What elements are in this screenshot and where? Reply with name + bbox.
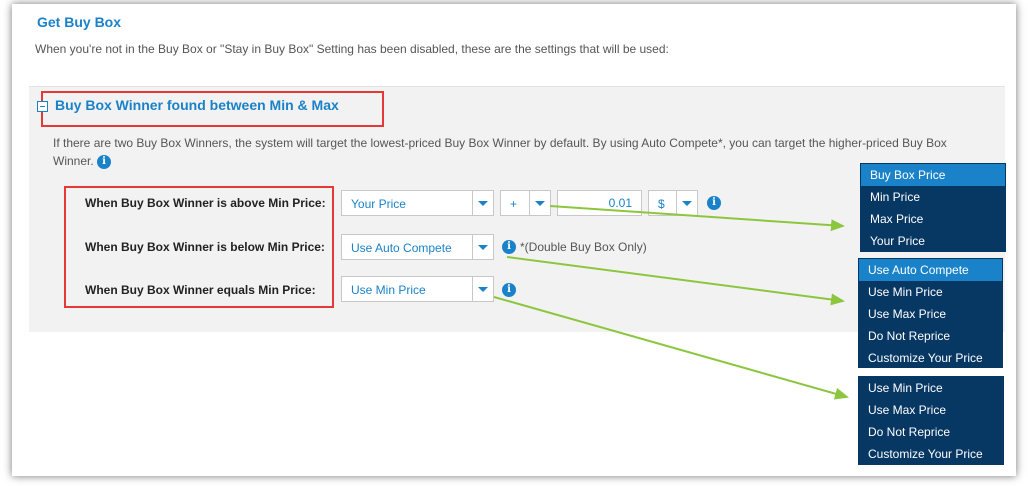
dropdown-option[interactable]: Use Min Price xyxy=(859,281,1002,303)
dropdown-equals-options: Use Min Price Use Max Price Do Not Repri… xyxy=(858,376,1004,465)
dropdown-below-options: Use Auto Compete Use Min Price Use Max P… xyxy=(858,258,1003,368)
dropdown-option[interactable]: Customize Your Price xyxy=(859,347,1002,369)
dropdown-option[interactable]: Use Max Price xyxy=(859,399,1003,421)
dropdown-option[interactable]: Do Not Reprice xyxy=(859,325,1002,347)
dropdown-option[interactable]: Buy Box Price xyxy=(861,164,1005,186)
dropdown-option[interactable]: Do Not Reprice xyxy=(859,421,1003,443)
dropdown-option[interactable]: Use Min Price xyxy=(859,377,1003,399)
dropdown-option[interactable]: Your Price xyxy=(861,230,1005,252)
dropdown-option[interactable]: Min Price xyxy=(861,186,1005,208)
arrow-to-equals-options xyxy=(493,296,849,400)
dropdown-above-options: Buy Box Price Min Price Max Price Your P… xyxy=(860,163,1006,252)
arrow-to-above-options xyxy=(549,205,845,232)
dropdown-option[interactable]: Use Max Price xyxy=(859,303,1002,325)
dropdown-option[interactable]: Customize Your Price xyxy=(859,443,1003,465)
dropdown-option[interactable]: Max Price xyxy=(861,208,1005,230)
dropdown-option[interactable]: Use Auto Compete xyxy=(859,259,1002,281)
arrow-to-below-options xyxy=(506,256,845,306)
